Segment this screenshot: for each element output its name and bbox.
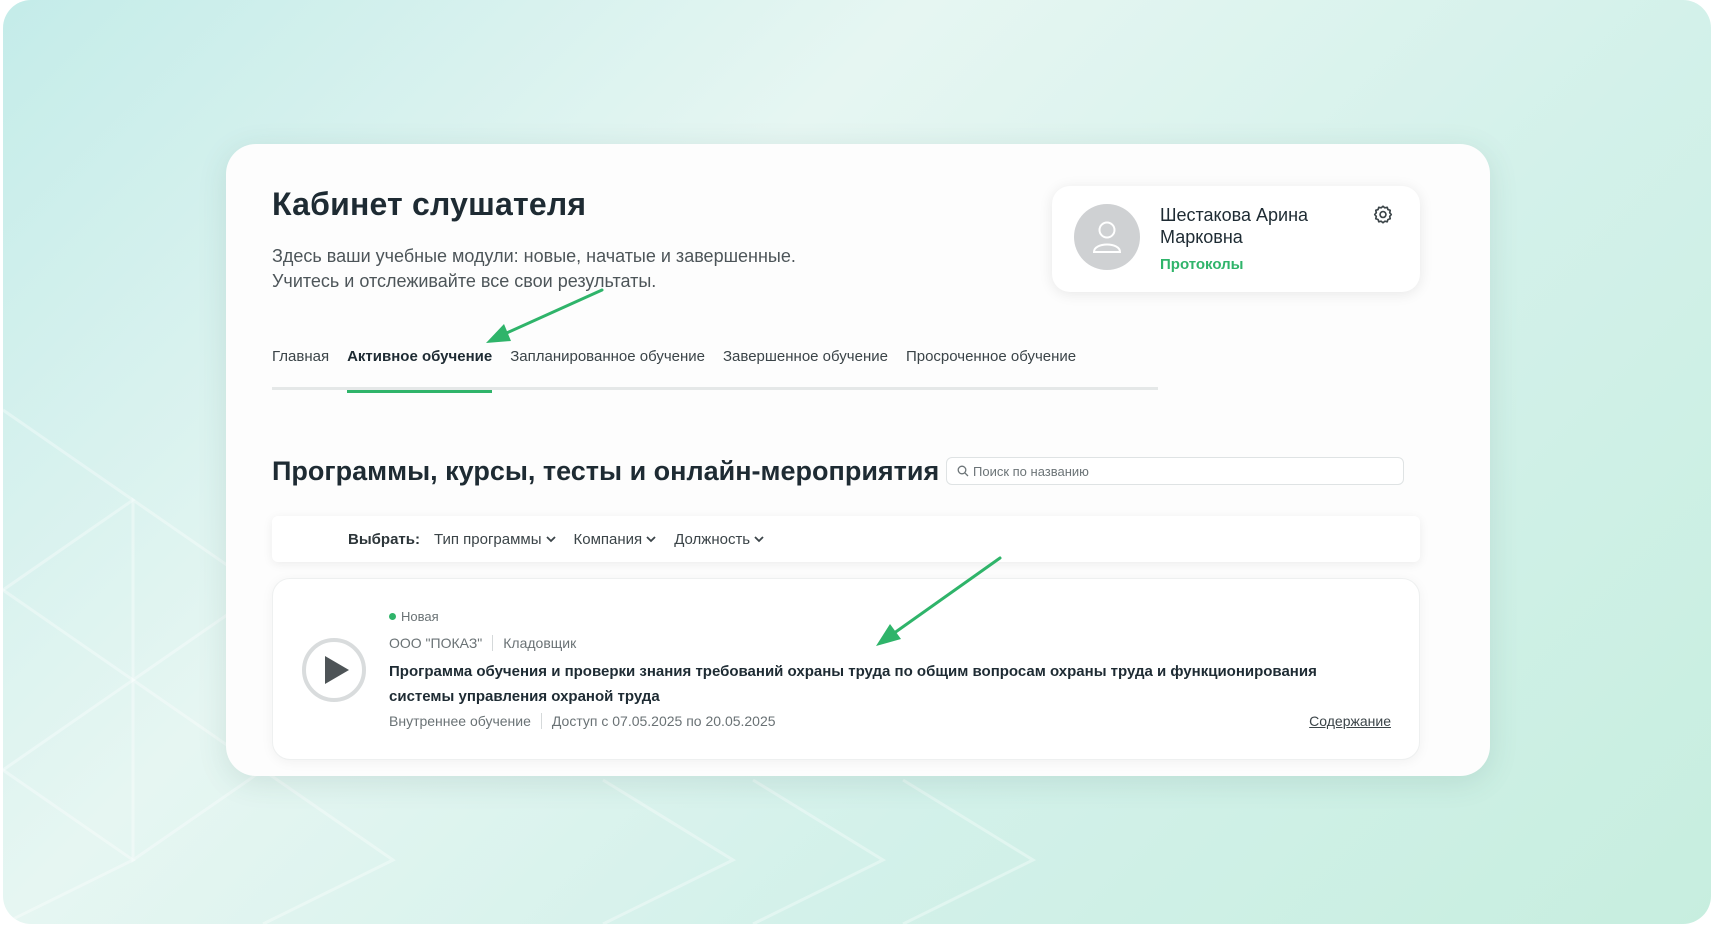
description-line-2: Учитесь и отслеживайте все свои результа… bbox=[272, 271, 657, 291]
filter-position-label: Должность bbox=[674, 530, 751, 548]
search-box bbox=[946, 457, 1404, 485]
divider bbox=[492, 635, 494, 651]
gear-icon[interactable] bbox=[1372, 204, 1394, 226]
chevron-down-icon bbox=[754, 535, 764, 542]
page-title: Кабинет слушателя bbox=[272, 186, 587, 222]
chevron-down-icon bbox=[646, 535, 656, 542]
course-card: Новая ООО "ПОКАЗ" Кладовщик Программа об… bbox=[272, 578, 1420, 760]
tab-planned-learning[interactable]: Запланированное обучение bbox=[510, 344, 705, 390]
filter-program-type-label: Тип программы bbox=[433, 530, 542, 548]
protocols-link[interactable]: Протоколы bbox=[1160, 256, 1243, 273]
contents-link[interactable]: Содержание bbox=[1309, 713, 1391, 729]
status-text: Новая bbox=[401, 609, 439, 624]
divider bbox=[540, 713, 542, 729]
profile-card: Шестакова Арина Марковна Протоколы bbox=[1052, 186, 1420, 292]
avatar[interactable] bbox=[1074, 204, 1140, 270]
tab-completed-learning[interactable]: Завершенное обучение bbox=[723, 344, 888, 390]
filter-program-type[interactable]: Тип программы bbox=[434, 531, 556, 548]
chevron-down-icon bbox=[545, 535, 556, 542]
tab-overdue-learning[interactable]: Просроченное обучение bbox=[906, 344, 1076, 390]
course-access: Доступ с 07.05.2025 по 20.05.2025 bbox=[551, 713, 776, 729]
play-icon[interactable] bbox=[301, 637, 367, 703]
profile-name: Шестакова Арина Марковна bbox=[1160, 205, 1309, 247]
listener-cabinet-panel: Кабинет слушателя Здесь ваши учебные мод… bbox=[226, 144, 1490, 776]
status-badge: Новая bbox=[389, 609, 439, 624]
course-title[interactable]: Программа обучения и проверки знания тре… bbox=[389, 659, 1349, 709]
filter-bar: Выбрать: Тип программы Компания Должност… bbox=[272, 516, 1420, 562]
status-dot bbox=[389, 613, 396, 620]
course-position: Кладовщик bbox=[503, 635, 577, 651]
filter-position[interactable]: Должность bbox=[674, 531, 764, 548]
course-type: Внутреннее обучение bbox=[389, 713, 531, 729]
course-footer: Внутреннее обучение Доступ с 07.05.2025 … bbox=[389, 713, 776, 729]
tab-bar: Главная Активное обучение Запланированно… bbox=[272, 344, 1158, 393]
tab-active-learning[interactable]: Активное обучение bbox=[347, 344, 493, 393]
tab-main[interactable]: Главная bbox=[272, 344, 329, 390]
filter-company-label: Компания bbox=[573, 530, 643, 548]
course-meta: ООО "ПОКАЗ" Кладовщик bbox=[389, 635, 576, 651]
page-description: Здесь ваши учебные модули: новые, начаты… bbox=[272, 244, 912, 294]
section-title: Программы, курсы, тесты и онлайн-меропри… bbox=[272, 456, 940, 486]
filter-label: Выбрать: bbox=[348, 530, 420, 548]
course-company: ООО "ПОКАЗ" bbox=[389, 635, 483, 651]
user-icon bbox=[1092, 221, 1122, 253]
search-input[interactable] bbox=[973, 463, 1393, 479]
description-line-1: Здесь ваши учебные модули: новые, начаты… bbox=[272, 246, 796, 266]
filter-company[interactable]: Компания bbox=[574, 531, 657, 548]
search-icon bbox=[957, 465, 969, 477]
